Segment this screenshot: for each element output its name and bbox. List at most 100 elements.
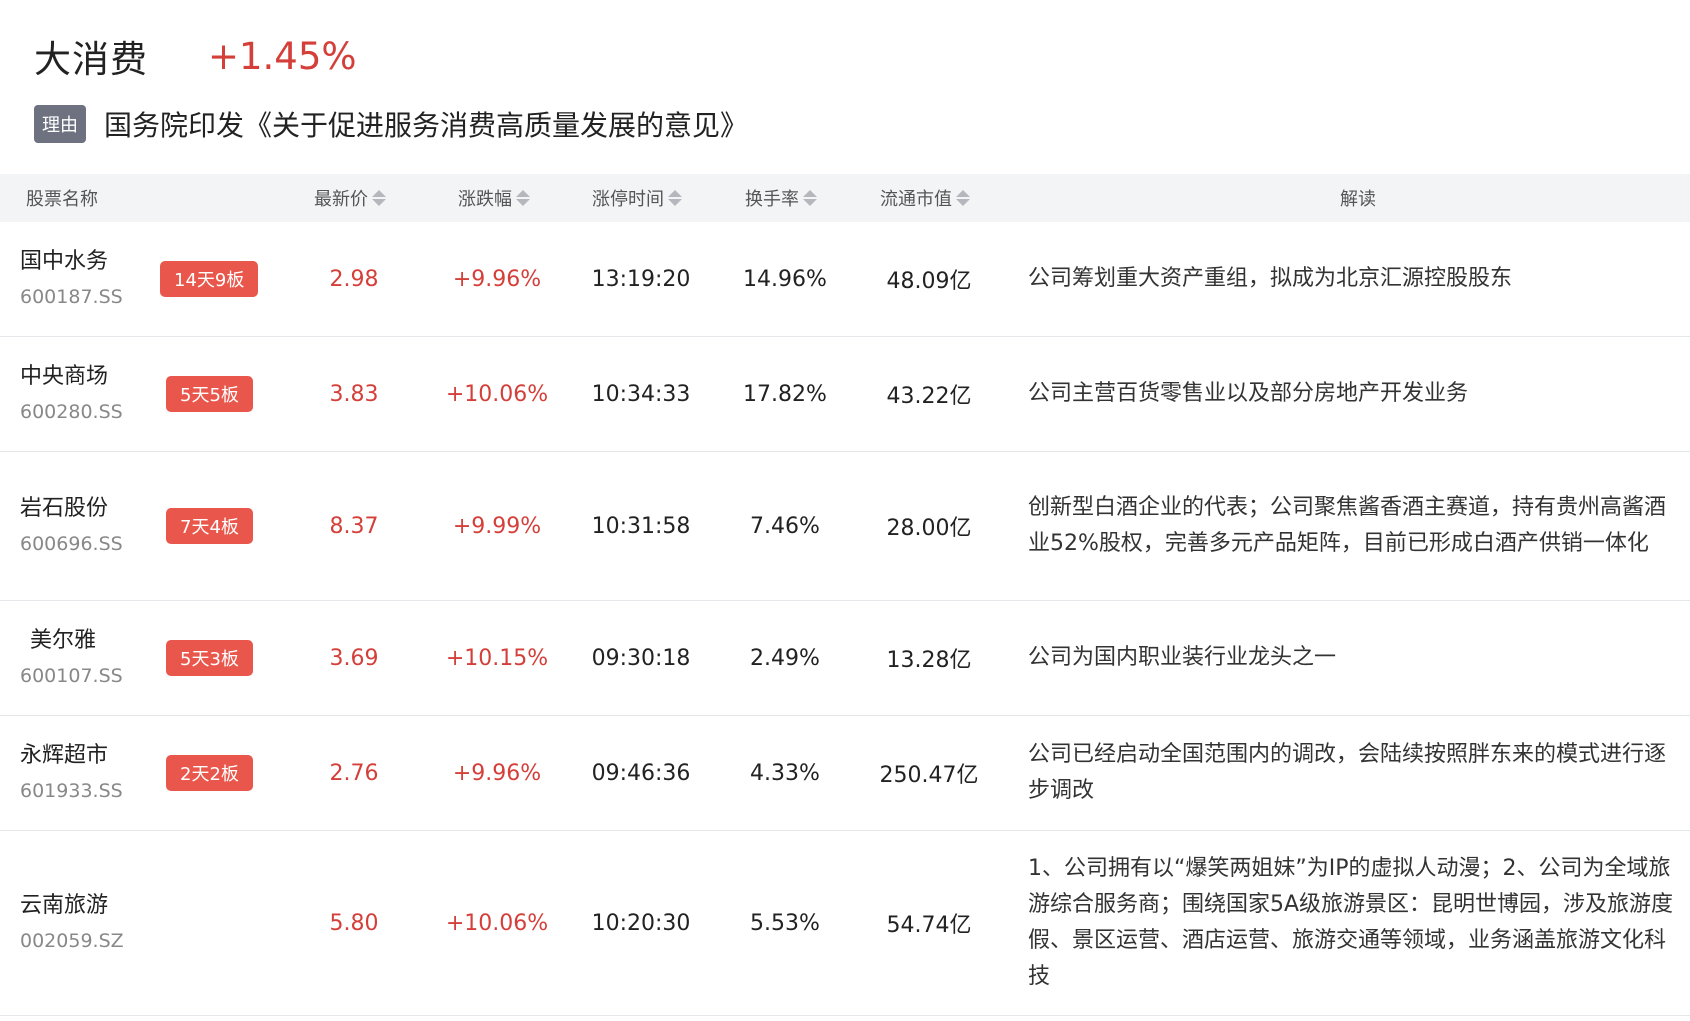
price: 3.83 xyxy=(329,381,379,407)
turnover: 17.82% xyxy=(743,381,827,407)
change-pct: +9.96% xyxy=(452,266,542,292)
turnover: 5.53% xyxy=(750,910,820,936)
streak-badge-cell: 5天5板 xyxy=(166,337,253,451)
change-pct: +10.15% xyxy=(445,645,549,671)
price: 5.80 xyxy=(329,910,379,936)
stock-name-cell: 云南旅游 002059.SZ xyxy=(20,831,124,1015)
streak-badge: 14天9板 xyxy=(160,261,259,297)
col-header-limit-time-label: 涨停时间 xyxy=(592,189,664,210)
market-cap: 48.09亿 xyxy=(886,269,972,294)
price: 2.76 xyxy=(329,760,379,786)
col-header-price-label: 最新价 xyxy=(314,189,368,210)
market-cap: 54.74亿 xyxy=(886,913,972,938)
stock-name-cell: 中央商场 600280.SS xyxy=(20,337,123,451)
stock-name[interactable]: 国中水务 xyxy=(20,246,108,278)
stock-code: 600696.SS xyxy=(20,533,123,555)
turnover: 4.33% xyxy=(750,760,820,786)
price: 3.69 xyxy=(329,645,379,671)
turnover: 14.96% xyxy=(743,266,827,292)
price: 8.37 xyxy=(329,513,379,539)
table-row[interactable]: 云南旅游 002059.SZ 5.80 +10.06% 10:20:30 5.5… xyxy=(0,831,1690,1016)
streak-badge-cell: 2天2板 xyxy=(166,716,253,830)
description-text: 创新型白酒企业的代表；公司聚焦酱香酒主赛道，持有贵州高酱酒业52%股权，完善多元… xyxy=(1028,495,1667,556)
change-pct: +10.06% xyxy=(445,381,549,407)
stock-table: 股票名称 最新价 涨跌幅 涨停时间 换手率 流通市值 解读 国中水务 60018… xyxy=(0,174,1690,1016)
stock-code: 600187.SS xyxy=(20,286,123,308)
change-pct: +10.06% xyxy=(445,910,549,936)
streak-badge-cell: 5天3板 xyxy=(166,601,253,715)
sector-page: 大消费 +1.45% 理由 国务院印发《关于促进服务消费高质量发展的意见》 股票… xyxy=(0,0,1690,1021)
sort-icon xyxy=(372,190,386,206)
description: 1、公司拥有以“爆笑两姐妹”为IP的虚拟人动漫；2、公司为全域旅游综合服务商；围… xyxy=(1028,831,1680,1015)
table-row[interactable]: 岩石股份 600696.SS 7天4板 8.37 +9.99% 10:31:58… xyxy=(0,452,1690,601)
description-text: 公司已经启动全国范围内的调改，会陆续按照胖东来的模式进行逐步调改 xyxy=(1028,742,1667,803)
col-header-market-cap-label: 流通市值 xyxy=(880,189,952,210)
market-cap: 28.00亿 xyxy=(886,516,972,541)
streak-badge: 7天4板 xyxy=(166,508,253,544)
turnover: 2.49% xyxy=(750,645,820,671)
description-text: 公司筹划重大资产重组，拟成为北京汇源控股股东 xyxy=(1028,266,1513,291)
market-cap: 13.28亿 xyxy=(886,648,972,673)
description-text: 公司主营百货零售业以及部分房地产开发业务 xyxy=(1028,381,1469,406)
limit-time: 10:34:33 xyxy=(591,381,691,407)
stock-name-cell: 美尔雅 600107.SS xyxy=(20,601,123,715)
sort-icon xyxy=(956,190,970,206)
stock-name-cell: 国中水务 600187.SS xyxy=(20,222,123,336)
col-header-turnover[interactable]: 换手率 xyxy=(745,174,817,222)
description: 公司筹划重大资产重组，拟成为北京汇源控股股东 xyxy=(1028,222,1680,336)
col-header-turnover-label: 换手率 xyxy=(745,189,799,210)
col-header-desc: 解读 xyxy=(1340,174,1376,222)
col-header-price[interactable]: 最新价 xyxy=(314,174,386,222)
streak-badge-cell: 7天4板 xyxy=(166,452,253,600)
stock-name-cell: 岩石股份 600696.SS xyxy=(20,452,123,600)
streak-badge-cell: 14天9板 xyxy=(160,222,259,336)
stock-code: 600280.SS xyxy=(20,401,123,423)
description-text: 公司为国内职业装行业龙头之一 xyxy=(1028,645,1337,670)
market-cap: 250.47亿 xyxy=(879,763,979,788)
description: 创新型白酒企业的代表；公司聚焦酱香酒主赛道，持有贵州高酱酒业52%股权，完善多元… xyxy=(1028,452,1680,600)
col-header-change-label: 涨跌幅 xyxy=(458,189,512,210)
limit-time: 10:20:30 xyxy=(591,910,691,936)
col-header-name-label: 股票名称 xyxy=(26,189,98,210)
table-header: 股票名称 最新价 涨跌幅 涨停时间 换手率 流通市值 解读 xyxy=(0,174,1690,222)
table-row[interactable]: 中央商场 600280.SS 5天5板 3.83 +10.06% 10:34:3… xyxy=(0,337,1690,452)
reason-tag: 理由 xyxy=(34,105,86,143)
col-header-desc-label: 解读 xyxy=(1340,189,1376,210)
sector-header: 大消费 +1.45% xyxy=(34,28,357,84)
turnover: 7.46% xyxy=(750,513,820,539)
table-row[interactable]: 永辉超市 601933.SS 2天2板 2.76 +9.96% 09:46:36… xyxy=(0,716,1690,831)
reason-text: 国务院印发《关于促进服务消费高质量发展的意见》 xyxy=(104,109,749,142)
change-pct: +9.96% xyxy=(452,760,542,786)
col-header-name: 股票名称 xyxy=(26,174,98,222)
stock-name[interactable]: 岩石股份 xyxy=(20,493,108,525)
description: 公司为国内职业装行业龙头之一 xyxy=(1028,601,1680,715)
stock-name[interactable]: 云南旅游 xyxy=(20,890,108,922)
sector-change: +1.45% xyxy=(208,34,357,78)
sector-title: 大消费 xyxy=(34,38,148,81)
stock-name[interactable]: 美尔雅 xyxy=(20,625,96,657)
price: 2.98 xyxy=(329,266,379,292)
stock-name[interactable]: 中央商场 xyxy=(20,361,108,393)
limit-time: 09:46:36 xyxy=(591,760,691,786)
table-row[interactable]: 美尔雅 600107.SS 5天3板 3.69 +10.15% 09:30:18… xyxy=(0,601,1690,716)
sort-icon xyxy=(668,190,682,206)
limit-time: 10:31:58 xyxy=(591,513,691,539)
stock-name[interactable]: 永辉超市 xyxy=(20,740,108,772)
description: 公司主营百货零售业以及部分房地产开发业务 xyxy=(1028,337,1680,451)
table-row[interactable]: 国中水务 600187.SS 14天9板 2.98 +9.96% 13:19:2… xyxy=(0,222,1690,337)
streak-badge: 5天3板 xyxy=(166,640,253,676)
col-header-market-cap[interactable]: 流通市值 xyxy=(880,174,970,222)
col-header-limit-time[interactable]: 涨停时间 xyxy=(592,174,682,222)
streak-badge: 5天5板 xyxy=(166,376,253,412)
stock-name-cell: 永辉超市 601933.SS xyxy=(20,716,123,830)
change-pct: +9.99% xyxy=(452,513,542,539)
streak-badge: 2天2板 xyxy=(166,755,253,791)
limit-time: 13:19:20 xyxy=(591,266,691,292)
stock-code: 600107.SS xyxy=(20,665,123,687)
description-text: 1、公司拥有以“爆笑两姐妹”为IP的虚拟人动漫；2、公司为全域旅游综合服务商；围… xyxy=(1028,856,1674,989)
limit-time: 09:30:18 xyxy=(591,645,691,671)
reason-line: 理由 国务院印发《关于促进服务消费高质量发展的意见》 xyxy=(34,100,748,148)
stock-code: 601933.SS xyxy=(20,780,123,802)
col-header-change[interactable]: 涨跌幅 xyxy=(458,174,530,222)
market-cap: 43.22亿 xyxy=(886,384,972,409)
